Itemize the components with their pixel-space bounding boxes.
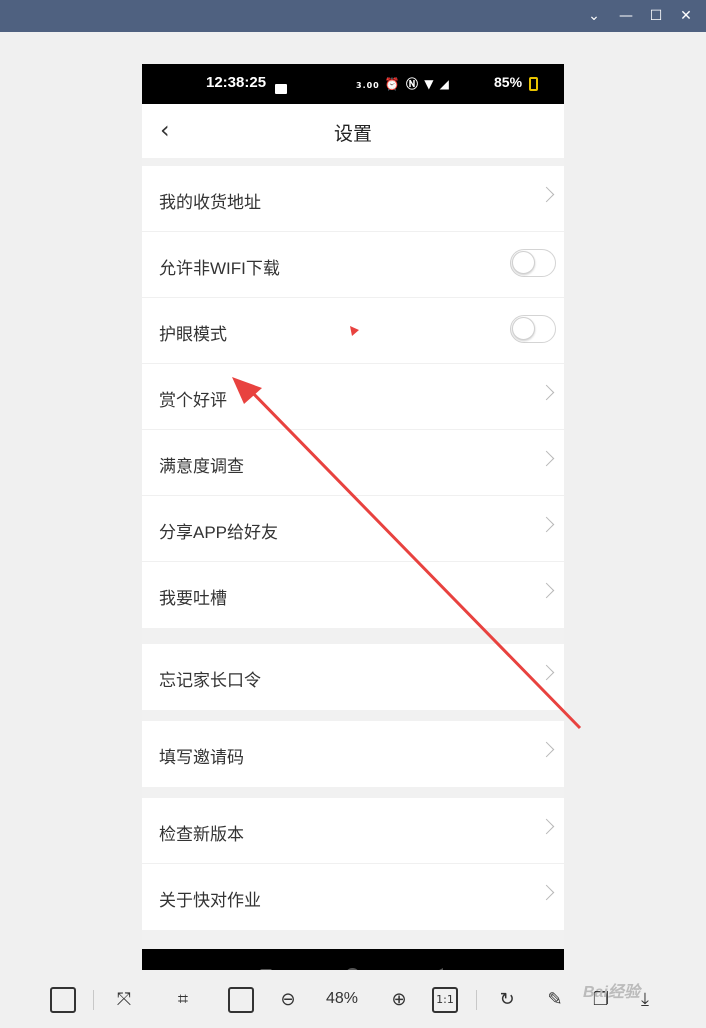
- toggle-knob: [512, 251, 535, 274]
- settings-group-1: 我的收货地址 允许非WIFI下载 护眼模式 赏个好评 满意度调查 分享APP给好…: [142, 166, 564, 628]
- phone-screenshot: 12:38:25 3.00 ⏰ Ⓝ ▼ ◢ 85% ‹ 设置 我的收货地址 允许…: [142, 64, 564, 1002]
- chevron-right-icon: [538, 186, 555, 203]
- toolbar-separator: [93, 990, 94, 1010]
- status-icons: 3.00 ⏰ Ⓝ ▼ ◢: [356, 77, 450, 91]
- minimize-icon[interactable]: —: [616, 6, 636, 26]
- settings-item-about[interactable]: 关于快对作业: [142, 864, 564, 930]
- page-title: 设置: [333, 124, 372, 145]
- chevron-right-icon: [538, 664, 555, 681]
- settings-header: ‹ 设置: [142, 104, 564, 158]
- chevron-right-icon: [538, 582, 555, 599]
- chevron-right-icon: [538, 884, 555, 901]
- settings-item-label: 赏个好评: [159, 391, 227, 410]
- chevron-right-icon: [538, 384, 555, 401]
- chevron-down-icon[interactable]: ⌄: [584, 6, 604, 26]
- settings-item-rate-app[interactable]: 赏个好评: [142, 364, 564, 430]
- settings-group-2: 忘记家长口令: [142, 644, 564, 710]
- toolbar-separator: [476, 990, 477, 1010]
- thumbnails-icon[interactable]: [50, 987, 76, 1013]
- settings-item-feedback[interactable]: 我要吐槽: [142, 562, 564, 628]
- battery-icon: [529, 77, 538, 91]
- crop-icon[interactable]: [228, 987, 254, 1013]
- edit-icon[interactable]: ✎: [542, 987, 568, 1013]
- fit-window-icon[interactable]: ⤧: [111, 987, 137, 1013]
- settings-item-label: 忘记家长口令: [159, 671, 261, 690]
- rotate-icon[interactable]: ↻: [494, 987, 520, 1013]
- settings-item-label: 关于快对作业: [159, 891, 261, 910]
- chevron-right-icon: [538, 818, 555, 835]
- settings-group-3: 填写邀请码: [142, 721, 564, 787]
- zoom-in-icon[interactable]: ⊕: [386, 987, 412, 1013]
- chevron-right-icon: [538, 516, 555, 533]
- settings-item-invite-code[interactable]: 填写邀请码: [142, 721, 564, 787]
- settings-item-label: 满意度调查: [159, 457, 244, 476]
- settings-item-eye-care: 护眼模式: [142, 298, 564, 364]
- settings-item-label: 我的收货地址: [159, 193, 261, 212]
- settings-item-forgot-parent-password[interactable]: 忘记家长口令: [142, 644, 564, 710]
- settings-item-label: 分享APP给好友: [159, 523, 279, 542]
- settings-item-label: 检查新版本: [159, 825, 244, 844]
- status-time: 12:38:25: [206, 74, 267, 91]
- chevron-right-icon: [538, 450, 555, 467]
- image-viewer-canvas: 12:38:25 3.00 ⏰ Ⓝ ▼ ◢ 85% ‹ 设置 我的收货地址 允许…: [0, 32, 706, 1002]
- settings-item-label: 护眼模式: [159, 325, 227, 344]
- non-wifi-download-toggle[interactable]: [510, 249, 556, 277]
- maximize-icon[interactable]: ☐: [646, 6, 666, 26]
- watermark: Bai经验: [583, 984, 640, 1001]
- network-speed: 3.00: [356, 81, 380, 90]
- zoom-level: 48%: [326, 990, 359, 1007]
- toggle-knob: [512, 317, 535, 340]
- battery-level: 85%: [494, 74, 523, 90]
- status-bar: 12:38:25 3.00 ⏰ Ⓝ ▼ ◢ 85%: [142, 64, 564, 104]
- settings-item-address[interactable]: 我的收货地址: [142, 166, 564, 232]
- settings-item-label: 允许非WIFI下载: [159, 259, 280, 278]
- window-titlebar: ⌄ — ☐ ✕: [0, 0, 706, 32]
- close-icon[interactable]: ✕: [676, 6, 696, 26]
- eye-care-toggle[interactable]: [510, 315, 556, 343]
- settings-item-label: 我要吐槽: [159, 589, 227, 608]
- settings-item-label: 填写邀请码: [159, 748, 244, 767]
- image-notification-icon: [275, 84, 287, 94]
- chevron-right-icon: [538, 741, 555, 758]
- zoom-out-icon[interactable]: ⊖: [275, 987, 301, 1013]
- settings-item-non-wifi-download: 允许非WIFI下载: [142, 232, 564, 298]
- settings-group-4: 检查新版本 关于快对作业: [142, 798, 564, 930]
- ocr-icon[interactable]: ⌗: [170, 987, 196, 1013]
- settings-item-share-app[interactable]: 分享APP给好友: [142, 496, 564, 562]
- settings-item-survey[interactable]: 满意度调查: [142, 430, 564, 496]
- settings-item-check-update[interactable]: 检查新版本: [142, 798, 564, 864]
- actual-size-button[interactable]: 1:1: [432, 987, 458, 1013]
